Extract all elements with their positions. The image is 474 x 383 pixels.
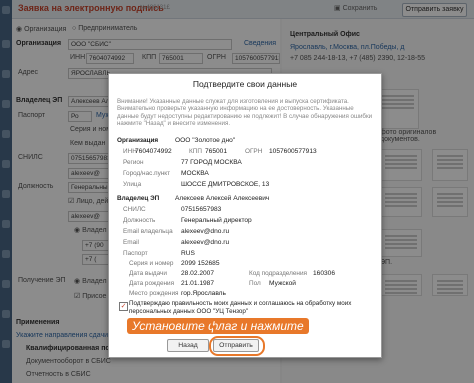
m-snils-value: 07515657983 xyxy=(181,206,222,213)
m-issued-date-label: Дата выдачи xyxy=(129,270,167,277)
m-region-value: 77 ГОРОД МОСКВА xyxy=(181,159,242,166)
instruction-hint: Установите флаг и нажмите xyxy=(127,318,309,334)
m-birth-label: Дата рождения xyxy=(129,280,175,287)
m-ogrn-value: 1057600577913 xyxy=(269,148,317,155)
m-owner-value: Алексеев Алексей Алексеевич xyxy=(175,195,270,202)
back-button[interactable]: Назад xyxy=(167,339,209,352)
m-street-label: Улица xyxy=(123,181,142,188)
m-passport-value: RUS xyxy=(181,250,195,257)
confirm-dialog: Подтвердите свои данные Внимание! Указан… xyxy=(108,73,382,358)
m-email-label: Email владельца xyxy=(123,228,173,235)
m-series-value: 2099 152685 xyxy=(181,260,220,267)
m-email2-value: alexeev@dno.ru xyxy=(181,239,230,246)
dialog-title: Подтвердите свои данные xyxy=(192,79,298,89)
m-gender-label: Пол xyxy=(249,280,261,287)
m-issued-date-value: 28.02.2007 xyxy=(181,270,215,277)
m-org-label: Организация xyxy=(117,137,159,144)
m-email2-label: Email xyxy=(123,239,139,246)
m-kpp-label: КПП xyxy=(189,148,202,155)
m-position-label: Должность xyxy=(123,217,156,224)
m-email-value: alexeev@dno.ru xyxy=(181,228,230,235)
m-region-label: Регион xyxy=(123,159,144,166)
m-street-value: ШОССЕ ДМИТРОВСКОЕ, 13 xyxy=(181,181,270,188)
m-org-value: ООО "Золотое дно" xyxy=(175,137,236,144)
m-kpp-value: 765001 xyxy=(205,148,228,155)
m-gender-value: Мужской xyxy=(269,280,296,287)
m-city-value: МОСКВА xyxy=(181,170,209,177)
m-snils-label: СНИЛС xyxy=(123,206,146,213)
m-inn-value: 7604074992 xyxy=(135,148,172,155)
m-birthplace-label: Место рождения xyxy=(129,290,179,297)
consent-checkbox[interactable]: ✓ xyxy=(119,302,128,311)
m-city-label: Город/нас.пункт xyxy=(123,170,171,177)
m-birthplace-value: гор.Ярославль xyxy=(181,290,226,297)
m-owner-label: Владелец ЭП xyxy=(117,195,160,202)
send-button[interactable]: Отправить xyxy=(213,339,259,352)
m-passport-label: Паспорт xyxy=(123,250,148,257)
m-birth-value: 21.01.1987 xyxy=(181,280,215,287)
m-dept-value: 160306 xyxy=(313,270,336,277)
m-ogrn-label: ОГРН xyxy=(245,148,263,155)
m-position-value: Генеральный директор xyxy=(181,217,252,224)
m-dept-label: Код подразделения xyxy=(249,270,307,277)
m-series-label: Серия и номер xyxy=(129,260,174,267)
consent-text: Подтверждаю правильность моих данных и с… xyxy=(129,300,352,315)
warning-text: Внимание! Указанные данные служат для из… xyxy=(117,98,373,128)
